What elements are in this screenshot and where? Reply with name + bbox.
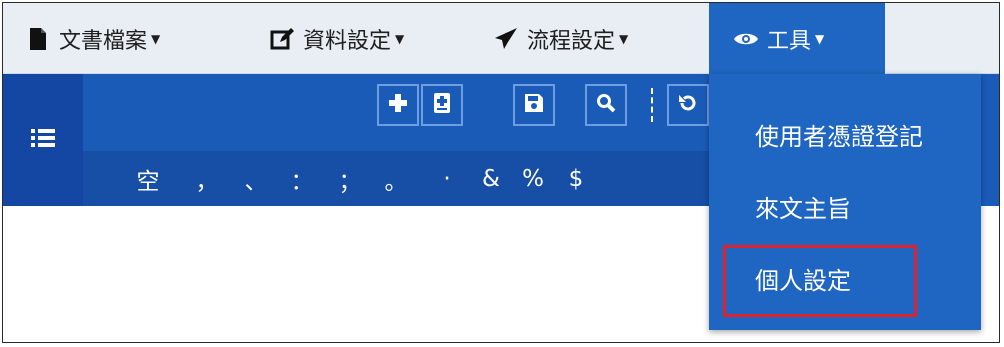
add-icon: [388, 93, 408, 117]
save-button[interactable]: [513, 84, 555, 126]
punct-button[interactable]: $: [559, 151, 593, 206]
add-document-button[interactable]: [421, 84, 463, 126]
punct-button[interactable]: 空: [131, 151, 165, 206]
app-window: 文書檔案 ▼ 資料設定 ▼ 流程設定 ▼ 工具 ▼ 空 ， 、 ： ； 。 · …: [2, 2, 1000, 343]
menu-process-settings-label: 流程設定: [527, 28, 616, 54]
search-button[interactable]: [585, 84, 627, 126]
menu-item-personal-settings[interactable]: 個人設定: [709, 250, 981, 306]
menu-tools-label: 工具: [767, 28, 812, 54]
punct-button[interactable]: ；: [333, 151, 367, 206]
punct-button[interactable]: &: [474, 151, 508, 206]
punct-button[interactable]: 。: [379, 151, 413, 206]
punct-button[interactable]: ，: [190, 151, 224, 206]
document-icon: [25, 26, 51, 52]
list-toggle-button[interactable]: [3, 74, 83, 206]
menu-process-settings[interactable]: 流程設定 ▼: [493, 3, 628, 74]
menu-document-files[interactable]: 文書檔案 ▼: [25, 3, 160, 74]
punct-button[interactable]: 、: [239, 151, 273, 206]
menu-bar: 文書檔案 ▼ 資料設定 ▼ 流程設定 ▼ 工具 ▼: [3, 3, 999, 74]
search-icon: [596, 93, 616, 117]
chevron-down-icon: ▼: [151, 31, 161, 46]
add-document-icon: [432, 92, 452, 118]
menu-document-files-label: 文書檔案: [59, 28, 148, 54]
add-button[interactable]: [377, 84, 419, 126]
chevron-down-icon: ▼: [395, 31, 405, 46]
chevron-down-icon: ▼: [619, 31, 629, 46]
menu-data-settings[interactable]: 資料設定 ▼: [269, 3, 404, 74]
eye-icon: [733, 26, 759, 52]
send-icon: [493, 26, 519, 52]
save-icon: [524, 93, 544, 117]
punct-button[interactable]: ：: [285, 151, 319, 206]
menu-tools[interactable]: 工具 ▼: [709, 3, 885, 74]
punctuation-bar: 空 ， 、 ： ； 。 · & % $: [83, 151, 723, 206]
menu-data-settings-label: 資料設定: [303, 28, 392, 54]
edit-icon: [269, 26, 295, 52]
menu-item-user-certificate[interactable]: 使用者憑證登記: [709, 106, 981, 162]
menu-item-subject[interactable]: 來文主旨: [709, 178, 981, 234]
tools-dropdown-menu: 使用者憑證登記 來文主旨 個人設定: [709, 74, 981, 330]
undo-button[interactable]: [667, 84, 709, 126]
toolbar-separator: [651, 88, 653, 122]
list-icon: [30, 127, 56, 153]
punct-button[interactable]: %: [516, 151, 550, 206]
undo-icon: [678, 93, 698, 117]
punct-button[interactable]: ·: [430, 151, 464, 206]
chevron-down-icon: ▼: [815, 31, 825, 46]
